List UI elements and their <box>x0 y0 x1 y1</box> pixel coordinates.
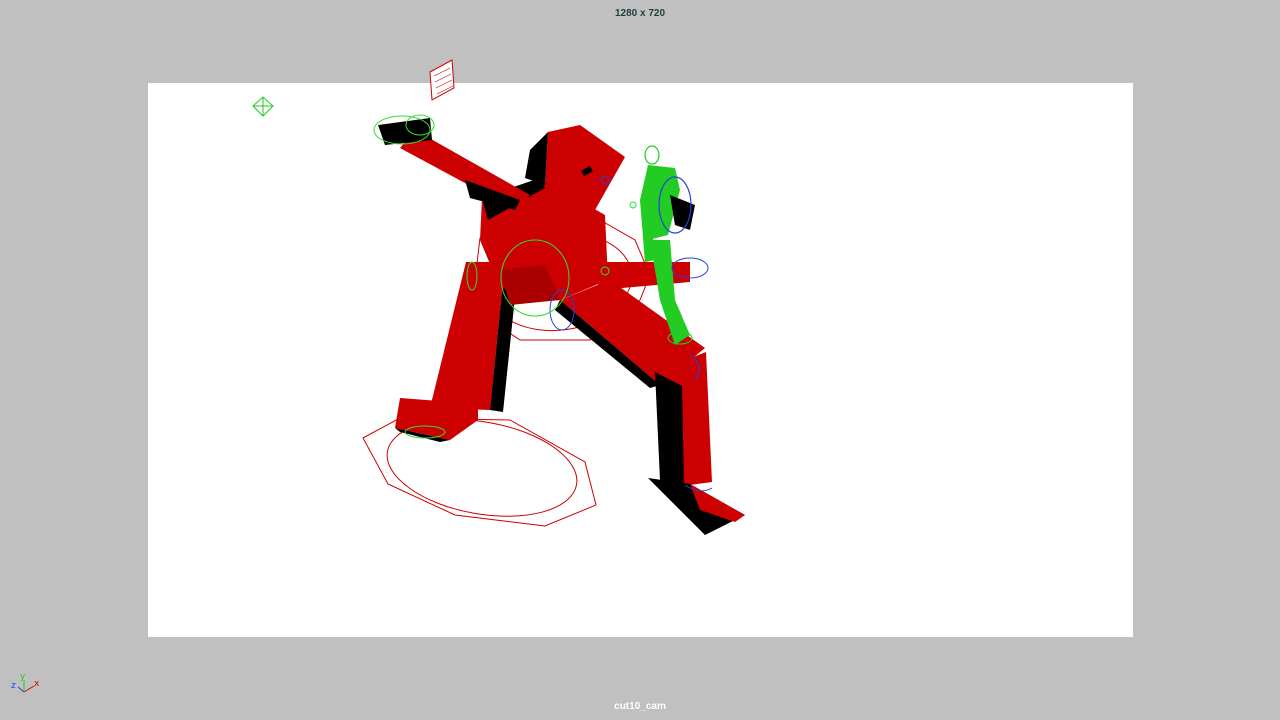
viewport-scene[interactable] <box>0 0 1280 720</box>
camera-name-label: cut10_cam <box>614 701 666 712</box>
locator-icon[interactable] <box>429 59 455 101</box>
axis-y-label: y <box>20 672 26 682</box>
robot-character[interactable] <box>378 118 745 535</box>
axis-z-label: z <box>11 681 16 691</box>
xyz-axis-icon: x y z <box>11 672 40 693</box>
axis-x-label: x <box>34 679 40 689</box>
point-light-icon[interactable] <box>252 96 274 117</box>
